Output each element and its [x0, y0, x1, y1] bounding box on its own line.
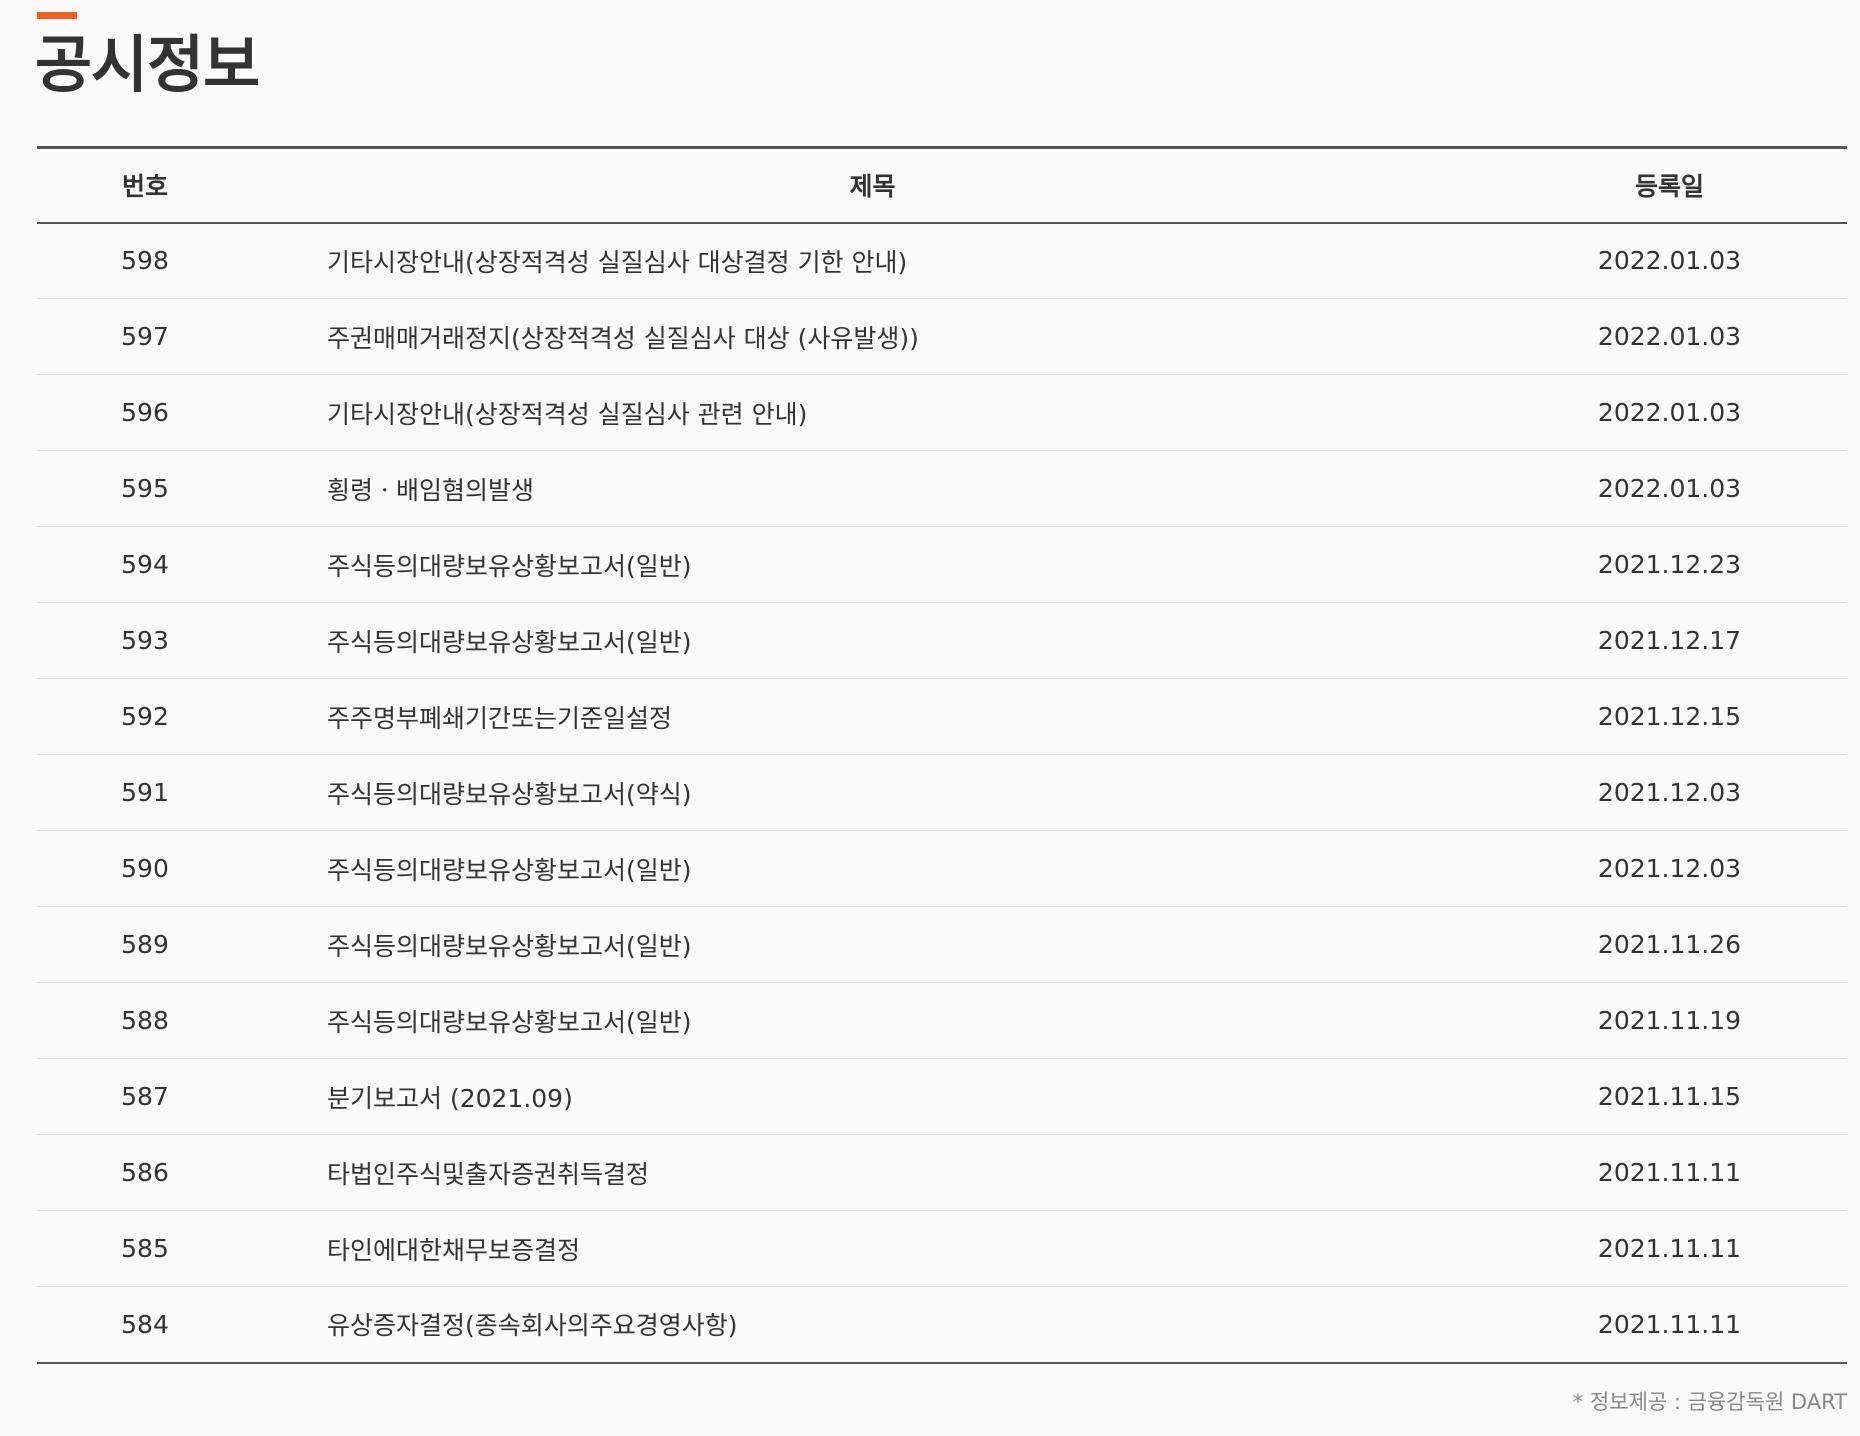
- row-number: 589: [37, 906, 253, 983]
- row-number: 595: [37, 450, 253, 527]
- header-number: 번호: [37, 146, 253, 224]
- row-date: 2022.01.03: [1492, 374, 1847, 451]
- header-date: 등록일: [1492, 146, 1847, 224]
- table-row[interactable]: 585 타인에대한채무보증결정 2021.11.11: [37, 1210, 1847, 1287]
- row-title-link[interactable]: 타법인주식및출자증권취득결정: [327, 1160, 649, 1189]
- row-title-link[interactable]: 타인에대한채무보증결정: [327, 1236, 580, 1265]
- row-title-cell: 주식등의대량보유상황보고서(약식): [253, 754, 1492, 831]
- row-title-cell: 횡령ㆍ배임혐의발생: [253, 450, 1492, 527]
- row-title-link[interactable]: 분기보고서 (2021.09): [327, 1084, 573, 1113]
- disclosure-table: 번호 제목 등록일 598 기타시장안내(상장적격성 실질심사 대상결정 기한 …: [37, 146, 1847, 1364]
- row-title-cell: 기타시장안내(상장적격성 실질심사 관련 안내): [253, 374, 1492, 451]
- row-title-link[interactable]: 주식등의대량보유상황보고서(일반): [327, 932, 692, 961]
- row-title-cell: 주식등의대량보유상황보고서(일반): [253, 906, 1492, 983]
- table-row[interactable]: 586 타법인주식및출자증권취득결정 2021.11.11: [37, 1134, 1847, 1211]
- row-date: 2022.01.03: [1492, 450, 1847, 527]
- table-row[interactable]: 592 주주명부폐쇄기간또는기준일설정 2021.12.15: [37, 678, 1847, 755]
- row-number: 592: [37, 678, 253, 755]
- row-title-link[interactable]: 유상증자결정(종속회사의주요경영사항): [327, 1311, 738, 1340]
- row-title-link[interactable]: 기타시장안내(상장적격성 실질심사 대상결정 기한 안내): [327, 248, 907, 277]
- row-title-link[interactable]: 주식등의대량보유상황보고서(일반): [327, 1008, 692, 1037]
- row-title-cell: 타인에대한채무보증결정: [253, 1210, 1492, 1287]
- table-row[interactable]: 598 기타시장안내(상장적격성 실질심사 대상결정 기한 안내) 2022.0…: [37, 222, 1847, 299]
- row-number: 587: [37, 1058, 253, 1135]
- table-row[interactable]: 593 주식등의대량보유상황보고서(일반) 2021.12.17: [37, 602, 1847, 679]
- table-row[interactable]: 596 기타시장안내(상장적격성 실질심사 관련 안내) 2022.01.03: [37, 374, 1847, 451]
- row-date: 2021.11.11: [1492, 1286, 1847, 1364]
- table-header-row: 번호 제목 등록일: [37, 146, 1847, 224]
- row-title-link[interactable]: 주주명부폐쇄기간또는기준일설정: [327, 704, 672, 733]
- page-title: 공시정보: [35, 28, 260, 101]
- row-date: 2021.12.15: [1492, 678, 1847, 755]
- disclosure-page: 공시정보 번호 제목 등록일 598 기타시장안내(상장적격성 실질심사 대상결…: [0, 0, 1860, 1436]
- row-date: 2021.11.11: [1492, 1210, 1847, 1287]
- row-number: 588: [37, 982, 253, 1059]
- table-row[interactable]: 584 유상증자결정(종속회사의주요경영사항) 2021.11.11: [37, 1286, 1847, 1364]
- row-title-cell: 기타시장안내(상장적격성 실질심사 대상결정 기한 안내): [253, 222, 1492, 299]
- row-title-link[interactable]: 주식등의대량보유상황보고서(일반): [327, 856, 692, 885]
- row-title-cell: 타법인주식및출자증권취득결정: [253, 1134, 1492, 1211]
- row-number: 596: [37, 374, 253, 451]
- row-number: 593: [37, 602, 253, 679]
- row-title-cell: 주식등의대량보유상황보고서(일반): [253, 830, 1492, 907]
- table-row[interactable]: 597 주권매매거래정지(상장적격성 실질심사 대상 (사유발생)) 2022.…: [37, 298, 1847, 375]
- row-number: 590: [37, 830, 253, 907]
- row-date: 2021.11.15: [1492, 1058, 1847, 1135]
- table-row[interactable]: 589 주식등의대량보유상황보고서(일반) 2021.11.26: [37, 906, 1847, 983]
- row-date: 2021.11.19: [1492, 982, 1847, 1059]
- table-row[interactable]: 595 횡령ㆍ배임혐의발생 2022.01.03: [37, 450, 1847, 527]
- row-date: 2021.12.23: [1492, 526, 1847, 603]
- row-date: 2022.01.03: [1492, 298, 1847, 375]
- row-title-link[interactable]: 주권매매거래정지(상장적격성 실질심사 대상 (사유발생)): [327, 324, 919, 353]
- row-title-cell: 주권매매거래정지(상장적격성 실질심사 대상 (사유발생)): [253, 298, 1492, 375]
- row-date: 2022.01.03: [1492, 222, 1847, 299]
- row-title-cell: 주주명부폐쇄기간또는기준일설정: [253, 678, 1492, 755]
- row-title-cell: 유상증자결정(종속회사의주요경영사항): [253, 1286, 1492, 1364]
- row-number: 585: [37, 1210, 253, 1287]
- row-number: 598: [37, 222, 253, 299]
- row-title-link[interactable]: 주식등의대량보유상황보고서(약식): [327, 780, 692, 809]
- row-title-cell: 주식등의대량보유상황보고서(일반): [253, 602, 1492, 679]
- row-date: 2021.12.03: [1492, 830, 1847, 907]
- row-date: 2021.11.26: [1492, 906, 1847, 983]
- table-row[interactable]: 591 주식등의대량보유상황보고서(약식) 2021.12.03: [37, 754, 1847, 831]
- row-title-link[interactable]: 주식등의대량보유상황보고서(일반): [327, 628, 692, 657]
- table-row[interactable]: 588 주식등의대량보유상황보고서(일반) 2021.11.19: [37, 982, 1847, 1059]
- row-title-cell: 주식등의대량보유상황보고서(일반): [253, 982, 1492, 1059]
- source-note: * 정보제공 : 금융감독원 DART: [1572, 1390, 1847, 1414]
- row-title-cell: 분기보고서 (2021.09): [253, 1058, 1492, 1135]
- row-title-cell: 주식등의대량보유상황보고서(일반): [253, 526, 1492, 603]
- row-date: 2021.12.03: [1492, 754, 1847, 831]
- row-number: 586: [37, 1134, 253, 1211]
- table-body: 598 기타시장안내(상장적격성 실질심사 대상결정 기한 안내) 2022.0…: [37, 222, 1847, 1364]
- title-accent-bar: [37, 12, 77, 19]
- table-row[interactable]: 587 분기보고서 (2021.09) 2021.11.15: [37, 1058, 1847, 1135]
- row-date: 2021.12.17: [1492, 602, 1847, 679]
- row-number: 584: [37, 1286, 253, 1364]
- row-number: 597: [37, 298, 253, 375]
- row-number: 591: [37, 754, 253, 831]
- row-date: 2021.11.11: [1492, 1134, 1847, 1211]
- table-row[interactable]: 590 주식등의대량보유상황보고서(일반) 2021.12.03: [37, 830, 1847, 907]
- row-title-link[interactable]: 횡령ㆍ배임혐의발생: [327, 476, 534, 505]
- row-title-link[interactable]: 주식등의대량보유상황보고서(일반): [327, 552, 692, 581]
- table-row[interactable]: 594 주식등의대량보유상황보고서(일반) 2021.12.23: [37, 526, 1847, 603]
- row-number: 594: [37, 526, 253, 603]
- row-title-link[interactable]: 기타시장안내(상장적격성 실질심사 관련 안내): [327, 400, 807, 429]
- header-title: 제목: [253, 146, 1492, 224]
